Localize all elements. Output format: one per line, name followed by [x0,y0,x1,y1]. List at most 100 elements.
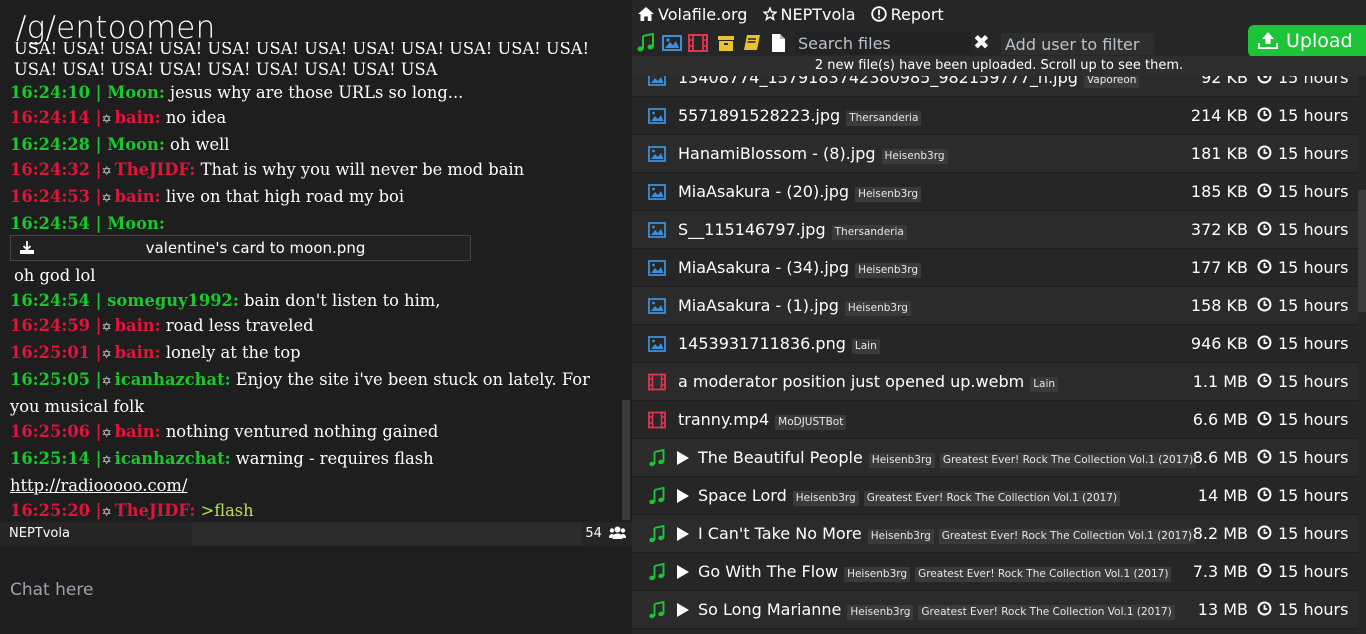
file-tag[interactable]: Greatest Ever! Rock The Collection Vol.1… [915,566,1172,582]
message-nick[interactable]: TheJIDF: [115,160,196,179]
file-row[interactable]: MiaAsakura - (20).jpg Heisenb3rg 185 KB 15 … [632,173,1358,211]
upload-button[interactable]: Upload [1248,25,1366,57]
file-row[interactable]: a moderator position just opened up.webm… [632,363,1358,401]
file-tag[interactable]: Heisenb3rg [847,604,914,620]
file-row[interactable]: MiaAsakura - (1).jpg Heisenb3rg 158 KB 15 h… [632,287,1358,325]
clear-search-icon[interactable]: ✖ [973,31,991,53]
message-nick[interactable]: bain: [115,343,161,362]
play-icon[interactable] [676,527,690,541]
message-nick[interactable]: Moon: [107,214,165,233]
own-nick[interactable]: NEPTvola [9,522,70,546]
file-tag[interactable]: Greatest Ever! Rock The Collection Vol.1… [918,604,1175,620]
chat-file-attachment[interactable]: valentine's card to moon.png [10,234,471,261]
file-name-cell[interactable]: a moderator position just opened up.webm… [678,363,1063,402]
filter-audio-icon[interactable] [636,33,656,53]
file-name[interactable]: 5571891528223.jpg [678,106,840,125]
user-link[interactable]: NEPTvola [761,4,856,26]
file-name[interactable]: Go With The Flow [698,562,838,581]
file-name-cell[interactable]: MiaAsakura - (20).jpg Heisenb3rg [678,173,926,212]
file-tag[interactable]: Heisenb3rg [855,262,922,278]
file-row[interactable]: S__115146797.jpg Thersanderia 372 KB 15 hou… [632,211,1358,249]
message-nick[interactable]: bain: [115,187,161,206]
file-name-cell[interactable]: I Can't Take No More Heisenb3rg Greatest E… [698,515,1200,554]
file-name-cell[interactable]: MiaAsakura - (1).jpg Heisenb3rg [678,287,916,326]
file-tag[interactable]: Heisenb3rg [844,300,911,316]
message-nick[interactable]: icanhazchat: [115,370,231,389]
file-tag[interactable]: Thersanderia [831,224,907,240]
filter-document-icon[interactable] [768,33,788,53]
filter-book-icon[interactable] [742,33,762,53]
file-list-scrollbar[interactable] [1358,190,1366,312]
new-files-notice[interactable]: 2 new file(s) have been uploaded. Scroll… [632,56,1366,76]
file-row[interactable]: MiaAsakura - (34).jpg Heisenb3rg 177 KB 15 … [632,249,1358,287]
file-row[interactable]: Space Lord Heisenb3rg Greatest Ever! Rock … [632,477,1358,515]
file-name[interactable]: S__115146797.jpg [678,220,826,239]
filter-image-icon[interactable] [662,33,682,53]
file-list[interactable]: 13408774_1579183742380985_982159777_n.jp… [632,59,1358,634]
chat-input[interactable] [0,546,632,634]
file-name-cell[interactable]: Space Lord Heisenb3rg Greatest Ever! Rock … [698,477,1125,516]
user-count[interactable]: 54 [585,522,626,546]
file-name[interactable]: The Beautiful People [698,448,863,467]
chat-scrollbar[interactable] [622,400,630,520]
play-icon[interactable] [676,489,690,503]
message-nick[interactable]: someguy1992: [107,291,239,310]
user-filter-input[interactable] [1001,33,1154,55]
file-row[interactable]: HanamiBlossom - (8).jpg Heisenb3rg 181 KB 1… [632,135,1358,173]
message-nick[interactable]: bain: [115,422,161,441]
file-name-cell[interactable]: The Beautiful People Heisenb3rg Greatest E… [698,439,1201,478]
file-name[interactable]: 1453931711836.png [678,334,846,353]
site-link[interactable]: Volafile.org [638,4,747,26]
file-name[interactable]: I Can't Take No More [698,524,862,543]
file-name[interactable]: a moderator position just opened up.webm [678,372,1024,391]
file-tag[interactable]: Greatest Ever! Rock The Collection Vol.1… [938,528,1196,544]
file-row[interactable]: The Beautiful People Heisenb3rg Greatest E… [632,439,1358,477]
file-name-cell[interactable]: 1453931711836.png Lain [678,325,885,364]
search-files-input[interactable] [795,32,971,54]
file-tag[interactable]: Heisenb3rg [792,490,859,506]
file-tag[interactable]: Heisenb3rg [868,452,935,468]
file-row[interactable]: tranny.mp4 MoDJUSTBot 6.6 MB 15 hours [632,401,1358,439]
message-nick[interactable]: bain: [115,316,161,335]
message-nick[interactable]: icanhazchat: [115,449,231,468]
file-tag[interactable]: Heisenb3rg [867,528,934,544]
play-icon[interactable] [676,603,690,617]
file-name-cell[interactable]: S__115146797.jpg Thersanderia [678,211,912,250]
file-name-cell[interactable]: So Long Marianne Heisenb3rg Greatest Ever!… [698,591,1180,630]
filter-video-icon[interactable] [688,33,708,53]
file-tag[interactable]: Heisenb3rg [881,148,948,164]
chat-messages[interactable]: USA! USA! USA! USA! USA! USA! USA! USA! … [0,42,622,522]
file-name-cell[interactable]: 5571891528223.jpg Thersanderia [678,97,926,136]
file-name[interactable]: Space Lord [698,486,787,505]
file-row[interactable]: 1453931711836.png Lain 946 KB 15 hours [632,325,1358,363]
file-tag[interactable]: Lain [851,338,880,354]
file-name[interactable]: So Long Marianne [698,600,841,619]
message-nick[interactable]: Moon: [107,135,165,154]
file-name[interactable]: MiaAsakura - (34).jpg [678,258,849,277]
file-tag[interactable]: Heisenb3rg [844,566,911,582]
file-name[interactable]: MiaAsakura - (20).jpg [678,182,849,201]
message-nick[interactable]: TheJIDF: [115,501,196,520]
file-row[interactable]: Go With The Flow Heisenb3rg Greatest Ever!… [632,553,1358,591]
file-name[interactable]: HanamiBlossom - (8).jpg [678,144,876,163]
file-tag[interactable]: Greatest Ever! Rock The Collection Vol.1… [863,490,1121,506]
file-name-cell[interactable]: HanamiBlossom - (8).jpg Heisenb3rg [678,135,953,174]
file-tag[interactable]: Greatest Ever! Rock The Collection Vol.1… [939,452,1197,468]
file-name-cell[interactable]: MiaAsakura - (34).jpg Heisenb3rg [678,249,926,288]
file-tag[interactable]: Thersanderia [846,110,922,126]
file-row[interactable]: So Long Marianne Heisenb3rg Greatest Ever!… [632,591,1358,629]
file-name-cell[interactable]: Go With The Flow Heisenb3rg Greatest Ever!… [698,553,1176,592]
message-nick[interactable]: bain: [115,108,161,127]
play-icon[interactable] [676,451,690,465]
report-link[interactable]: Report [870,4,944,26]
file-tag[interactable]: Heisenb3rg [855,186,922,202]
file-row[interactable]: 5571891528223.jpg Thersanderia 214 KB 15 ho… [632,97,1358,135]
file-tag[interactable]: MoDJUSTBot [775,414,847,430]
filter-archive-icon[interactable] [716,33,736,53]
play-icon[interactable] [676,565,690,579]
file-name-cell[interactable]: tranny.mp4 MoDJUSTBot [678,401,851,440]
message-nick[interactable]: Moon: [107,83,165,102]
chat-message-link[interactable]: http://radiooooo.com/ [10,476,187,495]
file-row[interactable]: I Can't Take No More Heisenb3rg Greatest E… [632,515,1358,553]
file-tag[interactable]: Lain [1030,376,1059,392]
